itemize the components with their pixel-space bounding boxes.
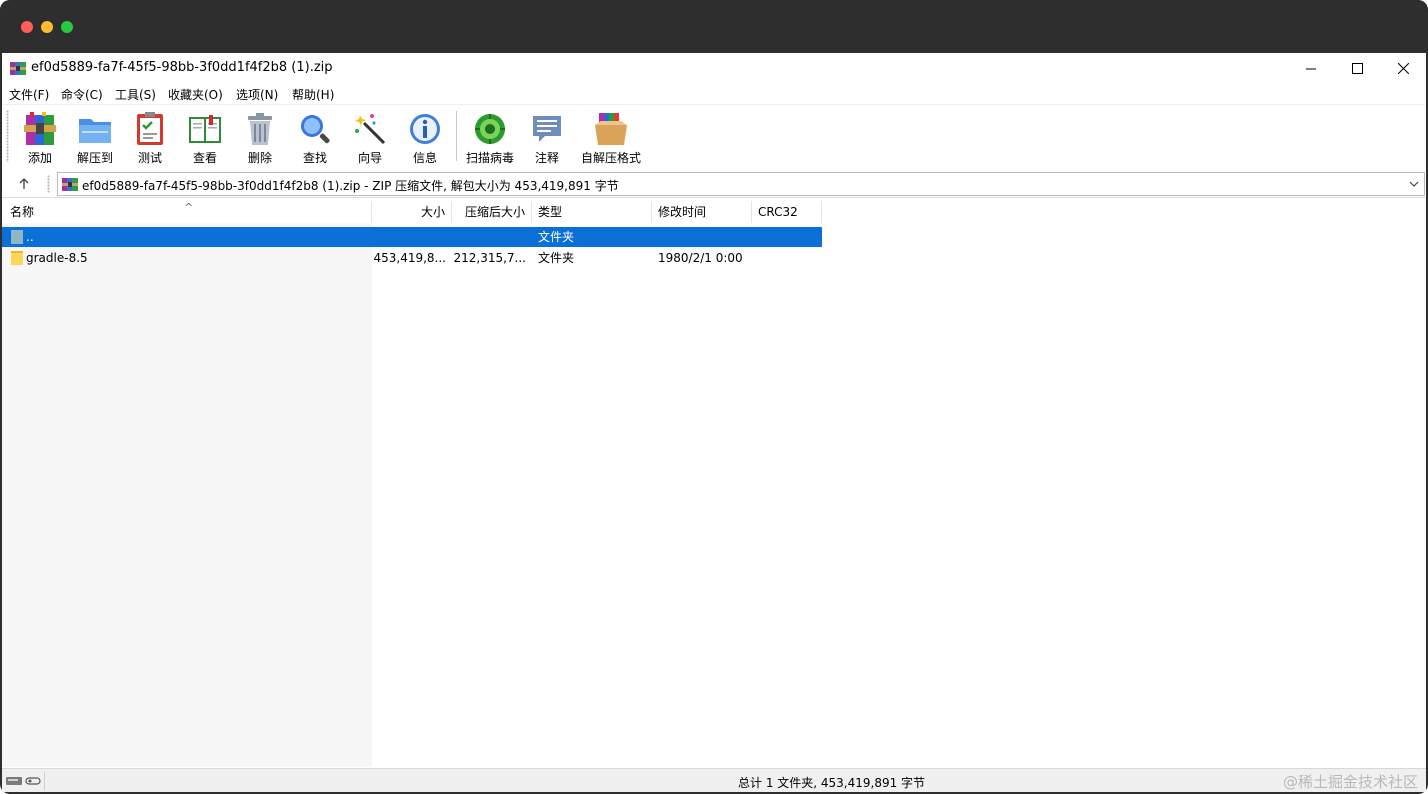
sfx-button[interactable]: 自解压格式 xyxy=(576,109,646,165)
name-column-shade xyxy=(2,223,372,767)
test-label: 测试 xyxy=(137,151,162,165)
file-list: 名称 ^ 大小 压缩后大小 类型 修改时间 CRC32 .. 文件夹 gradl… xyxy=(2,201,1426,767)
menu-options[interactable]: 选项(N) xyxy=(236,86,278,103)
magnifier-icon xyxy=(301,115,330,144)
column-packed-size[interactable]: 压缩后大小 xyxy=(452,201,532,223)
minimize-icon xyxy=(1305,68,1316,69)
parent-folder-icon xyxy=(11,230,23,244)
extract-to-label: 解压到 xyxy=(76,151,113,165)
toolbar-separator xyxy=(456,111,457,161)
view-book-icon xyxy=(189,115,221,143)
status-summary: 总计 1 文件夹, 453,419,891 字节 xyxy=(738,776,926,790)
address-grip[interactable] xyxy=(47,175,50,193)
row-packed-size xyxy=(452,227,532,247)
scan-virus-label: 扫描病毒 xyxy=(465,151,514,165)
list-header: 名称 ^ 大小 压缩后大小 类型 修改时间 CRC32 xyxy=(2,201,822,223)
winrar-window: ef0d5889-fa7f-45f5-98bb-3f0dd1f4f2b8 (1)… xyxy=(2,53,1426,792)
drive-icon[interactable] xyxy=(6,775,42,787)
menu-bar: 文件(F) 命令(C) 工具(S) 收藏夹(O) 选项(N) 帮助(H) xyxy=(2,83,1426,103)
wizard-button[interactable]: 向导 xyxy=(342,109,398,165)
row-size: 453,419,8... xyxy=(373,251,446,265)
address-text: ef0d5889-fa7f-45f5-98bb-3f0dd1f4f2b8 (1)… xyxy=(82,179,619,193)
close-traffic-light[interactable] xyxy=(21,21,33,33)
row-modified: 1980/2/1 0:00 xyxy=(658,251,743,265)
column-crc32[interactable]: CRC32 xyxy=(752,201,822,223)
maximize-button[interactable] xyxy=(1334,53,1380,83)
status-bar: 总计 1 文件夹, 453,419,891 字节 @稀土掘金技术社区 xyxy=(2,768,1426,792)
info-label: 信息 xyxy=(412,151,437,165)
close-icon xyxy=(1397,62,1409,74)
virus-scan-icon xyxy=(475,114,505,144)
find-button[interactable]: 查找 xyxy=(287,109,343,165)
menu-help[interactable]: 帮助(H) xyxy=(292,86,334,103)
trash-icon xyxy=(248,113,272,145)
column-size[interactable]: 大小 xyxy=(372,201,452,223)
arrow-up-icon xyxy=(19,178,29,189)
watermark-text: @稀土掘金技术社区 xyxy=(1282,773,1418,791)
menu-commands[interactable]: 命令(C) xyxy=(61,86,103,103)
test-icon xyxy=(137,112,163,145)
address-bar: ef0d5889-fa7f-45f5-98bb-3f0dd1f4f2b8 (1)… xyxy=(2,170,1426,198)
close-button[interactable] xyxy=(1380,53,1426,83)
maximize-icon xyxy=(1351,62,1363,74)
menu-tools[interactable]: 工具(S) xyxy=(115,86,156,103)
row-packed-size: 212,315,7... xyxy=(453,251,526,265)
status-separator xyxy=(44,772,45,790)
row-name: .. xyxy=(26,230,34,244)
chevron-down-icon[interactable] xyxy=(1408,178,1420,190)
sfx-label: 自解压格式 xyxy=(580,151,641,165)
zip-archive-icon xyxy=(62,178,78,191)
delete-label: 删除 xyxy=(247,151,272,165)
title-bar: ef0d5889-fa7f-45f5-98bb-3f0dd1f4f2b8 (1)… xyxy=(2,53,1426,83)
wizard-wand-icon xyxy=(355,114,386,145)
zoom-traffic-light[interactable] xyxy=(61,21,73,33)
row-type: 文件夹 xyxy=(538,251,575,265)
column-type[interactable]: 类型 xyxy=(532,201,652,223)
mac-window-frame: ef0d5889-fa7f-45f5-98bb-3f0dd1f4f2b8 (1)… xyxy=(0,0,1428,794)
winrar-app-icon xyxy=(10,62,26,75)
row-size xyxy=(372,227,452,247)
comment-icon xyxy=(533,116,561,142)
menu-favorites[interactable]: 收藏夹(O) xyxy=(168,86,223,103)
table-row-gradle[interactable]: gradle-8.5 453,419,8... 212,315,7... 文件夹… xyxy=(2,248,822,268)
extract-to-button[interactable]: 解压到 xyxy=(67,109,123,165)
column-modified[interactable]: 修改时间 xyxy=(652,201,752,223)
add-label: 添加 xyxy=(27,151,52,165)
test-button[interactable]: 测试 xyxy=(122,109,178,165)
row-name: gradle-8.5 xyxy=(26,251,88,265)
minimize-traffic-light[interactable] xyxy=(41,21,53,33)
comment-button[interactable]: 注释 xyxy=(519,109,575,165)
sort-ascending-icon: ^ xyxy=(184,201,194,214)
comment-label: 注释 xyxy=(534,151,559,165)
scan-virus-button[interactable]: 扫描病毒 xyxy=(462,109,518,165)
add-archive-icon xyxy=(24,112,56,145)
info-icon xyxy=(410,114,440,144)
wizard-label: 向导 xyxy=(357,151,382,165)
delete-button[interactable]: 删除 xyxy=(232,109,288,165)
add-button[interactable]: 添加 xyxy=(12,109,68,165)
folder-icon xyxy=(11,251,23,265)
row-type: 文件夹 xyxy=(538,230,575,244)
address-field[interactable]: ef0d5889-fa7f-45f5-98bb-3f0dd1f4f2b8 (1)… xyxy=(57,172,1425,196)
sfx-box-icon xyxy=(595,113,627,145)
column-name[interactable]: 名称 ^ xyxy=(2,201,372,223)
extract-to-icon xyxy=(79,119,111,143)
menu-file[interactable]: 文件(F) xyxy=(9,86,49,103)
view-label: 查看 xyxy=(192,151,217,165)
window-title: ef0d5889-fa7f-45f5-98bb-3f0dd1f4f2b8 (1)… xyxy=(31,60,333,75)
minimize-button[interactable] xyxy=(1288,53,1334,83)
toolbar: 添加 解压到 测试 查看 删除 查找 向导 信息 扫描病毒 注释 自解压格式 xyxy=(2,104,1426,166)
toolbar-grip[interactable] xyxy=(6,110,9,162)
mac-titlebar xyxy=(0,0,1428,53)
table-row-parent[interactable]: .. 文件夹 xyxy=(2,227,822,247)
find-label: 查找 xyxy=(302,151,327,165)
view-button[interactable]: 查看 xyxy=(177,109,233,165)
up-folder-button[interactable] xyxy=(14,174,34,194)
column-name-label: 名称 xyxy=(10,205,35,219)
info-button[interactable]: 信息 xyxy=(397,109,453,165)
